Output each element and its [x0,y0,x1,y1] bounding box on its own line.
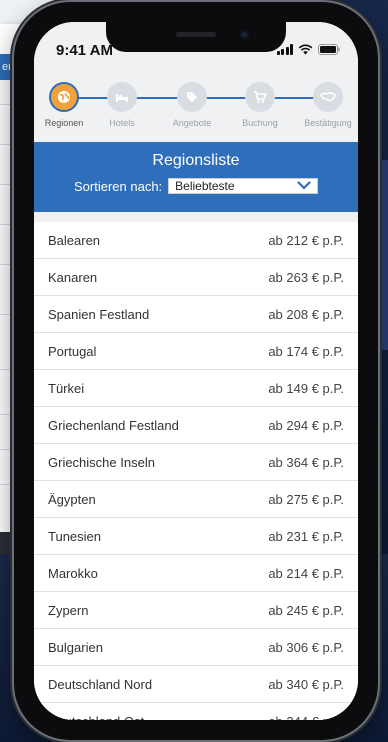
region-name: Portugal [48,343,97,359]
step-bestaetigung[interactable]: Bestätigung [298,82,358,128]
sort-row: Sortieren nach: Beliebteste [74,178,319,194]
list-header: Regionsliste Sortieren nach: Beliebteste [34,142,358,212]
step-buchung[interactable]: Buchung [230,82,290,128]
region-list-items: Balearen ab 212 € p.P. Kanaren ab 263 € p.P… [34,222,358,720]
region-price: ab 231 € p.P. [268,528,344,544]
list-item[interactable]: Kanaren ab 263 € p.P. [34,259,358,296]
camera-icon [240,30,249,39]
region-price: ab 245 € p.P. [268,602,344,618]
list-item[interactable]: Deutschland Nord ab 340 € p.P. [34,666,358,703]
tag-icon [177,82,207,112]
phone-notch [106,22,286,52]
region-price: ab 364 € p.P. [268,454,344,470]
step-regionen[interactable]: Regionen [34,82,94,128]
list-item[interactable]: Griechenland Festland ab 294 € p.P. [34,407,358,444]
region-name: Ägypten [48,491,96,507]
region-price: ab 294 € p.P. [268,417,344,433]
region-price: ab 214 € p.P. [268,565,344,581]
region-name: Türkei [48,380,85,396]
list-item[interactable]: Griechische Inseln ab 364 € p.P. [34,444,358,481]
region-price: ab 340 € p.P. [268,676,344,692]
bed-icon [107,82,137,112]
region-price: ab 263 € p.P. [268,269,344,285]
step-label: Bestätigung [304,118,352,128]
list-item[interactable]: Tunesien ab 231 € p.P. [34,518,358,555]
list-item[interactable]: Deutschland Ost ab 244 € p.P. [34,703,358,721]
region-price: ab 149 € p.P. [268,380,344,396]
region-name: Tunesien [48,528,101,544]
list-item[interactable]: Ägypten ab 275 € p.P. [34,481,358,518]
region-name: Zypern [48,602,89,618]
region-list: Balearen ab 212 € p.P. Kanaren ab 263 € p.P… [34,212,358,720]
region-name: Marokko [48,565,98,581]
chevron-down-icon [297,179,311,193]
region-name: Bulgarien [48,639,103,655]
region-name: Deutschland Nord [48,676,153,692]
list-item[interactable]: Balearen ab 212 € p.P. [34,222,358,259]
region-name: Spanien Festland [48,306,150,322]
list-item[interactable]: Bulgarien ab 306 € p.P. [34,629,358,666]
region-price: ab 174 € p.P. [268,343,344,359]
region-name: Griechische Inseln [48,454,155,470]
region-name: Griechenland Festland [48,417,179,433]
region-price: ab 208 € p.P. [268,306,344,322]
region-price: ab 212 € p.P. [268,232,344,248]
status-icons [276,42,341,56]
region-name: Deutschland Ost [48,714,144,721]
battery-icon [318,43,340,55]
list-item[interactable]: Spanien Festland ab 208 € p.P. [34,296,358,333]
step-hotels[interactable]: Hotels [92,82,152,128]
booking-progress-steps: Regionen Hotels Angebote Buchung Bestäti… [34,74,358,142]
list-item[interactable]: Zypern ab 245 € p.P. [34,592,358,629]
step-label: Regionen [44,118,84,128]
list-item[interactable]: Marokko ab 214 € p.P. [34,555,358,592]
phone-frame: 9:41 AM Regionen Hotels Angebote Buchung… [14,2,378,740]
page-title: Regionsliste [152,152,240,169]
sort-dropdown[interactable]: Beliebteste [168,178,319,194]
region-price: ab 275 € p.P. [268,491,344,507]
speaker-grille [176,32,216,37]
list-item[interactable]: Türkei ab 149 € p.P. [34,370,358,407]
globe-icon [49,82,79,112]
region-price: ab 244 € p.P. [268,714,344,721]
region-name: Kanaren [48,269,98,285]
region-name: Balearen [48,232,101,248]
sort-label: Sortieren nach: [74,178,163,194]
handshake-icon [313,82,343,112]
step-label: Buchung [242,118,278,128]
phone-screen: 9:41 AM Regionen Hotels Angebote Buchung… [34,22,358,720]
step-angebote[interactable]: Angebote [162,82,222,128]
sort-selected-value: Beliebteste [175,179,235,193]
step-label: Hotels [109,118,135,128]
wifi-icon [298,44,313,55]
region-price: ab 306 € p.P. [268,639,344,655]
list-item[interactable]: Portugal ab 174 € p.P. [34,333,358,370]
status-time: 9:41 AM [56,42,113,59]
step-label: Angebote [172,118,212,128]
cart-icon [245,82,275,112]
